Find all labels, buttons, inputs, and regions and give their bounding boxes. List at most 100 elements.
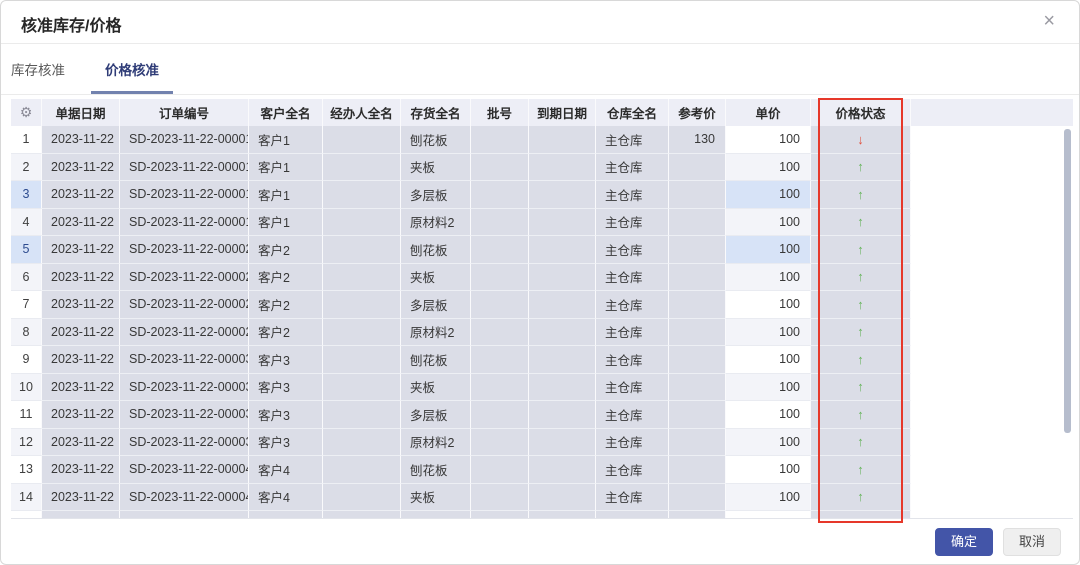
unit-price-input-cell[interactable]: 100 bbox=[726, 319, 811, 347]
unit-price-input-cell[interactable]: 100 bbox=[726, 209, 811, 237]
unit-price-input-cell[interactable]: 100 bbox=[726, 374, 811, 402]
row-number-cell[interactable]: 2 bbox=[11, 154, 42, 182]
cell-customer: 客户2 bbox=[249, 291, 323, 319]
cell-item: 刨花板 bbox=[401, 236, 471, 264]
column-header-label: 订单编号 bbox=[159, 103, 209, 122]
cell-batch bbox=[471, 154, 529, 182]
cell-handler bbox=[323, 511, 401, 518]
table-row: 12023-11-22SD-2023-11-22-00001客户1刨花板主仓库1… bbox=[11, 126, 1073, 154]
unit-price-input-cell[interactable]: 100 bbox=[726, 291, 811, 319]
unit-price-input-cell[interactable]: 100 bbox=[726, 429, 811, 457]
unit-price-input-cell[interactable]: 100 bbox=[726, 484, 811, 512]
column-settings-button[interactable]: ⚙ bbox=[11, 99, 42, 126]
row-number-cell[interactable]: 10 bbox=[11, 374, 42, 402]
unit-price-input-cell[interactable]: 100 bbox=[726, 346, 811, 374]
unit-price-input-cell[interactable]: 100 bbox=[726, 264, 811, 292]
tab-stock-approval[interactable]: 库存核准 bbox=[11, 44, 65, 94]
vertical-scrollbar-thumb[interactable] bbox=[1064, 129, 1071, 433]
row-number-cell[interactable]: 8 bbox=[11, 319, 42, 347]
cell-ref_price: 130 bbox=[669, 126, 726, 154]
cell-order: SD-2023-11-22-00003 bbox=[120, 429, 249, 457]
cell-handler bbox=[323, 346, 401, 374]
unit-price-input-cell[interactable] bbox=[726, 511, 811, 518]
column-header-date: 单据日期 bbox=[42, 99, 120, 126]
cell-date: 2023-11-22 bbox=[42, 456, 120, 484]
row-number-cell[interactable]: 9 bbox=[11, 346, 42, 374]
table-body: 12023-11-22SD-2023-11-22-00001客户1刨花板主仓库1… bbox=[11, 126, 1073, 518]
tab-price-approval[interactable]: 价格核准 bbox=[91, 44, 173, 94]
cell-customer: 客户3 bbox=[249, 429, 323, 457]
unit-price-input-cell[interactable]: 100 bbox=[726, 181, 811, 209]
cancel-button[interactable]: 取消 bbox=[1003, 528, 1061, 556]
column-header-label: 价格状态 bbox=[835, 103, 885, 122]
cell-status: ↑ bbox=[811, 291, 911, 319]
price-approval-table: ⚙单据日期订单编号客户全名经办人全名存货全名批号到期日期仓库全名参考价单价价格状… bbox=[11, 99, 1073, 519]
unit-price-input-cell[interactable]: 100 bbox=[726, 456, 811, 484]
cell-status: ↑ bbox=[811, 401, 911, 429]
cell-status: ↑ bbox=[811, 181, 911, 209]
cell-warehouse: 主仓库 bbox=[596, 154, 669, 182]
cell-handler bbox=[323, 456, 401, 484]
table-row: 132023-11-22SD-2023-11-22-00004客户4刨花板主仓库… bbox=[11, 456, 1073, 484]
unit-price-input-cell[interactable]: 100 bbox=[726, 154, 811, 182]
cell-batch bbox=[471, 126, 529, 154]
column-header-label: 经办人全名 bbox=[330, 103, 393, 122]
up-arrow-icon: ↑ bbox=[857, 188, 864, 201]
cell-warehouse: 主仓库 bbox=[596, 236, 669, 264]
cell-date: 2023-11-22 bbox=[42, 209, 120, 237]
up-arrow-icon: ↑ bbox=[857, 490, 864, 503]
column-header-label: 存货全名 bbox=[410, 103, 460, 122]
table-row: 22023-11-22SD-2023-11-22-00001客户1夹板主仓库10… bbox=[11, 154, 1073, 182]
cell-warehouse: 主仓库 bbox=[596, 181, 669, 209]
column-header-unit_price: 单价 bbox=[726, 99, 811, 126]
cell-ref_price bbox=[669, 236, 726, 264]
cell-customer: 客户2 bbox=[249, 264, 323, 292]
column-header-order: 订单编号 bbox=[120, 99, 249, 126]
cell-ref_price bbox=[669, 456, 726, 484]
row-number-cell[interactable]: 5 bbox=[11, 236, 42, 264]
cell-warehouse: 主仓库 bbox=[596, 374, 669, 402]
cell-status: ↑ bbox=[811, 264, 911, 292]
cell-order bbox=[120, 511, 249, 518]
unit-price-input-cell[interactable]: 100 bbox=[726, 236, 811, 264]
cell-order: SD-2023-11-22-00002 bbox=[120, 264, 249, 292]
cell-handler bbox=[323, 319, 401, 347]
row-number-cell[interactable]: 1 bbox=[11, 126, 42, 154]
unit-price-input-cell[interactable]: 100 bbox=[726, 126, 811, 154]
cell-expiry bbox=[529, 319, 596, 347]
cell-batch bbox=[471, 319, 529, 347]
cell-expiry bbox=[529, 126, 596, 154]
cell-ref_price bbox=[669, 319, 726, 347]
cell-order: SD-2023-11-22-00001 bbox=[120, 181, 249, 209]
row-number-cell[interactable]: 13 bbox=[11, 456, 42, 484]
cell-order: SD-2023-11-22-00002 bbox=[120, 236, 249, 264]
up-arrow-icon: ↑ bbox=[857, 298, 864, 311]
row-number-cell[interactable]: 3 bbox=[11, 181, 42, 209]
unit-price-input-cell[interactable]: 100 bbox=[726, 401, 811, 429]
row-number-cell[interactable]: 7 bbox=[11, 291, 42, 319]
row-number-cell[interactable]: 11 bbox=[11, 401, 42, 429]
column-header-expiry: 到期日期 bbox=[529, 99, 596, 126]
dialog-title: 核准库存/价格 bbox=[21, 12, 121, 36]
table-row: 102023-11-22SD-2023-11-22-00003客户3夹板主仓库1… bbox=[11, 374, 1073, 402]
cell-date: 2023-11-22 bbox=[42, 401, 120, 429]
cell-warehouse: 主仓库 bbox=[596, 264, 669, 292]
cell-order: SD-2023-11-22-00004 bbox=[120, 456, 249, 484]
cell-order: SD-2023-11-22-00002 bbox=[120, 319, 249, 347]
row-number-cell[interactable]: 14 bbox=[11, 484, 42, 512]
row-number-cell[interactable]: 4 bbox=[11, 209, 42, 237]
cell-item: 刨花板 bbox=[401, 456, 471, 484]
row-number-cell[interactable]: 12 bbox=[11, 429, 42, 457]
cell-customer: 客户3 bbox=[249, 401, 323, 429]
row-number-cell[interactable]: 6 bbox=[11, 264, 42, 292]
cell-batch bbox=[471, 209, 529, 237]
close-icon[interactable]: × bbox=[1043, 9, 1055, 33]
cell-batch bbox=[471, 236, 529, 264]
confirm-button[interactable]: 确定 bbox=[935, 528, 993, 556]
up-arrow-icon: ↑ bbox=[857, 160, 864, 173]
cell-order: SD-2023-11-22-00003 bbox=[120, 374, 249, 402]
cell-item: 多层板 bbox=[401, 291, 471, 319]
cell-date bbox=[42, 511, 120, 518]
cell-handler bbox=[323, 209, 401, 237]
row-number-cell[interactable] bbox=[11, 511, 42, 518]
